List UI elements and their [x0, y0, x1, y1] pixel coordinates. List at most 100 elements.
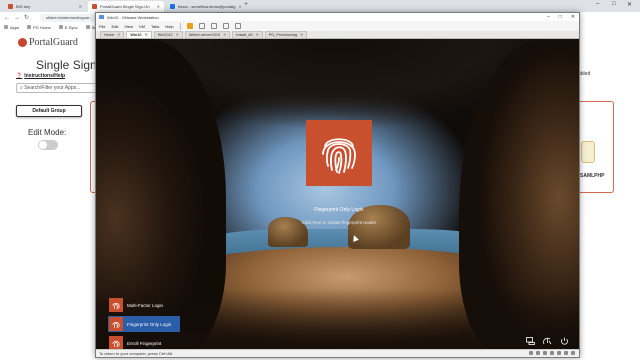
vmware-titlebar: Win10 - VMware Workstation – □ ✕ [96, 13, 579, 21]
bookmark-item[interactable]: PG Home [27, 25, 51, 30]
close-window-icon[interactable]: ✕ [627, 1, 632, 8]
bookmark-item[interactable]: E-Sync [58, 25, 78, 30]
credential-option-label: Multi-Factor Login [127, 302, 164, 308]
vm-tab-install[interactable]: Install_t4f ✕ [232, 31, 263, 38]
vm-tab-label: Home [104, 33, 115, 37]
close-tab-icon[interactable]: ✕ [300, 32, 303, 38]
app-search-input[interactable]: ⌕ Search/Filter your Apps... [16, 83, 100, 93]
display-icon[interactable] [571, 351, 575, 355]
maximize-icon[interactable]: □ [612, 1, 616, 7]
pause-icon[interactable] [186, 23, 193, 29]
close-tab-icon[interactable]: ✕ [157, 4, 160, 9]
fingerprint-icon [322, 138, 356, 174]
menu-file[interactable]: File [99, 24, 105, 29]
menu-edit[interactable]: Edit [111, 24, 118, 29]
credential-option-label: Enroll Fingerprint [127, 340, 162, 346]
maximize-icon[interactable]: □ [559, 14, 562, 20]
default-group-button[interactable]: Default Group [16, 105, 82, 117]
bookmark-icon [58, 25, 63, 30]
vm-tab-label: Install_t4f [236, 33, 253, 37]
vm-tab-win2012[interactable]: Win2012 ✕ [153, 31, 183, 38]
close-tab-icon[interactable]: ✕ [256, 32, 259, 38]
reload-icon[interactable]: ↻ [24, 14, 29, 21]
fingerprint-icon [109, 298, 123, 312]
help-link[interactable]: ❓ Instructions/Help [16, 73, 65, 79]
network-adapter-icon[interactable] [543, 351, 547, 355]
vm-tab-home[interactable]: Home ✕ [100, 31, 125, 38]
bookmark-icon [85, 25, 90, 30]
device-icons [529, 351, 575, 355]
printer-icon[interactable] [564, 351, 568, 355]
app-card-label: SAMLPHP [580, 173, 605, 179]
network-icon[interactable] [526, 337, 535, 345]
credential-option-fingerprint[interactable]: Fingerprint Only Login [108, 316, 180, 332]
fingerprint-hint[interactable]: Click here to initiate fingerprint reade… [249, 220, 429, 225]
vm-tab-winter-server2019[interactable]: Winter-server2019 ✕ [184, 31, 231, 38]
fingerprint-icon [109, 317, 123, 331]
tile-label: Fingerprint Only Login [314, 207, 364, 213]
power-icon[interactable] [560, 337, 569, 345]
vm-display[interactable]: Fingerprint Only Login Click here to ini… [96, 39, 579, 351]
menu-tabs[interactable]: Tabs [151, 24, 159, 29]
accessibility-icon[interactable] [543, 337, 552, 345]
forward-icon[interactable]: → [14, 15, 20, 21]
vmware-menubar: File Edit View VM Tabs Help [96, 21, 579, 31]
minimize-icon[interactable]: – [547, 14, 550, 20]
unity-icon[interactable] [234, 23, 241, 29]
menu-view[interactable]: View [124, 24, 133, 29]
window-title: Win10 - VMware Workstation [107, 14, 159, 20]
tab-label: PortalGuard Single Sign-On [100, 4, 150, 9]
browser-tab[interactable]: Inbox - serveflow.demo@portalg ✕ [166, 1, 242, 12]
close-tab-icon[interactable]: ✕ [176, 32, 179, 38]
new-tab-button[interactable]: + [244, 1, 248, 8]
usb-icon[interactable] [550, 351, 554, 355]
back-icon[interactable]: ← [4, 15, 10, 21]
close-tab-icon[interactable]: ✕ [117, 32, 120, 38]
bookmark-icon [27, 25, 32, 30]
separator [179, 22, 181, 30]
browser-tab-strip: BIO key ✕ PortalGuard Single Sign-On ✕ I… [0, 0, 640, 12]
tab-label: BIO key [16, 4, 31, 9]
tab-label: Inbox - serveflow.demo@portalg [178, 4, 236, 9]
menu-help[interactable]: Help [165, 24, 173, 29]
vm-tab-label: Win10 [130, 33, 142, 37]
status-text: To return to your computer, press Ctrl+A… [99, 351, 174, 356]
vmware-logo-icon [99, 15, 104, 19]
vm-tab-win10[interactable]: Win10 ✕ [126, 31, 152, 38]
cdrom-icon[interactable] [536, 351, 540, 355]
browser-tab[interactable]: BIO key ✕ [4, 1, 86, 12]
vm-tab-bar: Home ✕ Win10 ✕ Win2012 ✕ Winter-server2019 ✕… [96, 31, 579, 39]
apps-icon [4, 25, 8, 30]
hdd-icon[interactable] [529, 351, 533, 355]
close-icon[interactable]: ✕ [571, 14, 575, 20]
close-tab-icon[interactable]: ✕ [238, 4, 241, 9]
credential-option-multifactor[interactable]: Multi-Factor Login [108, 297, 184, 313]
vm-tab-label: Win2012 [157, 33, 173, 37]
bookmark-label: Apps [10, 24, 20, 30]
fingerprint-icon [109, 336, 123, 350]
menu-vm[interactable]: VM [139, 24, 145, 29]
bookmark-label: PG Home [33, 24, 51, 30]
vmware-statusbar: To return to your computer, press Ctrl+A… [96, 349, 579, 357]
credential-provider-list: Multi-Factor Login Fingerprint Only Logi… [108, 297, 184, 351]
vm-tab-label: Winter-server2019 [188, 33, 221, 37]
close-tab-icon[interactable]: ✕ [79, 4, 82, 9]
close-tab-icon[interactable]: ✕ [223, 32, 226, 38]
edit-mode-label: Edit Mode: [28, 128, 67, 137]
edit-mode-toggle[interactable] [38, 140, 58, 150]
vm-tab-pg-provisioning[interactable]: PG_Provisioning ✕ [264, 31, 308, 38]
fullscreen-icon[interactable] [222, 23, 229, 29]
vm-tab-label: PG_Provisioning [268, 33, 298, 37]
snapshot-icon[interactable] [198, 23, 205, 29]
sound-icon[interactable] [557, 351, 561, 355]
minimize-icon[interactable]: – [596, 1, 599, 7]
revert-icon[interactable] [210, 23, 217, 29]
portalguard-logo: PortalGuard [18, 37, 78, 48]
fingerprint-login-tile[interactable] [306, 120, 372, 186]
browser-tab-active[interactable]: PortalGuard Single Sign-On ✕ [88, 1, 164, 12]
favicon-icon [170, 4, 175, 9]
close-tab-icon[interactable]: ✕ [144, 32, 147, 38]
logo-text: PortalGuard [29, 37, 78, 48]
samlphp-icon [581, 141, 595, 163]
bookmark-item[interactable]: Apps [4, 25, 19, 30]
